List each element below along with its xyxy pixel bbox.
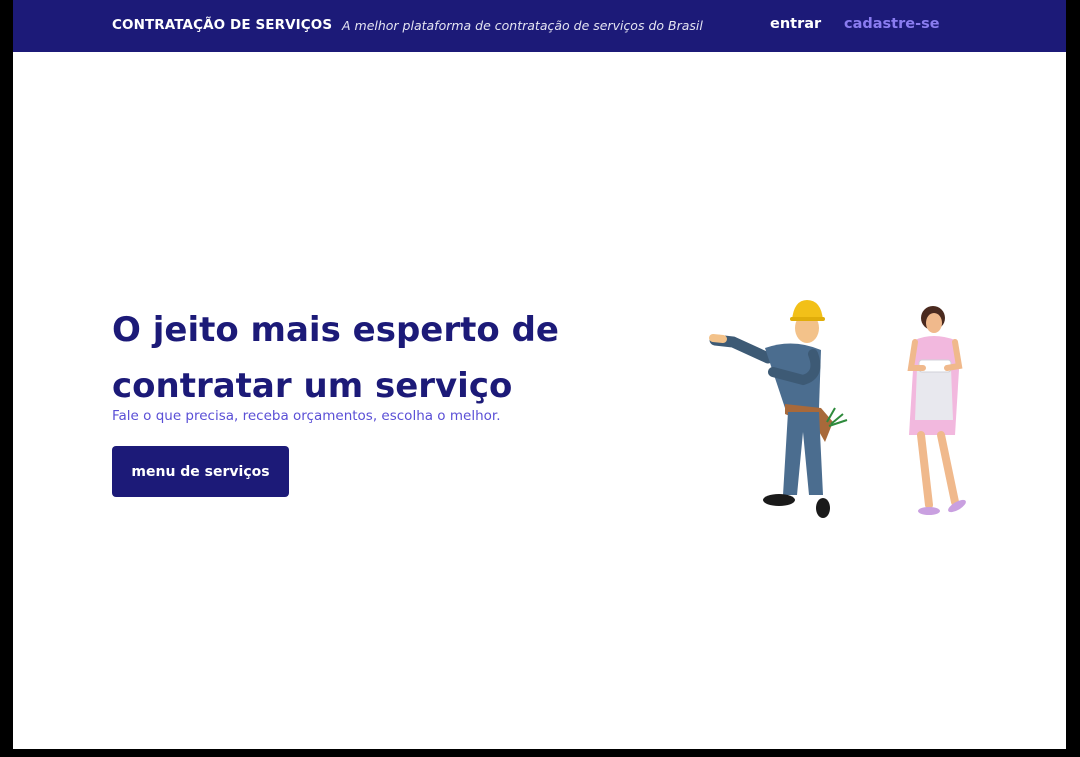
brand-title[interactable]: CONTRATAÇÃO DE SERVIÇOS (112, 17, 332, 33)
workers-illustration (709, 300, 966, 518)
handyman-figure (709, 300, 848, 518)
top-navbar: CONTRATAÇÃO DE SERVIÇOS A melhor platafo… (13, 0, 1066, 52)
cleaner-figure (907, 306, 966, 515)
page: CONTRATAÇÃO DE SERVIÇOS A melhor platafo… (13, 0, 1066, 749)
login-link[interactable]: entrar (770, 16, 821, 32)
hero-title-line-1: O jeito mais esperto de (112, 310, 559, 350)
services-menu-button[interactable]: menu de serviços (112, 446, 289, 497)
hero-title-line-2: contratar um serviço (112, 366, 513, 406)
hero-title: O jeito mais esperto de contratar um ser… (112, 302, 592, 414)
hero-subtitle: Fale o que precisa, receba orçamentos, e… (112, 408, 501, 424)
brand-tagline: A melhor plataforma de contratação de se… (342, 18, 703, 33)
signup-link[interactable]: cadastre-se (844, 16, 940, 32)
